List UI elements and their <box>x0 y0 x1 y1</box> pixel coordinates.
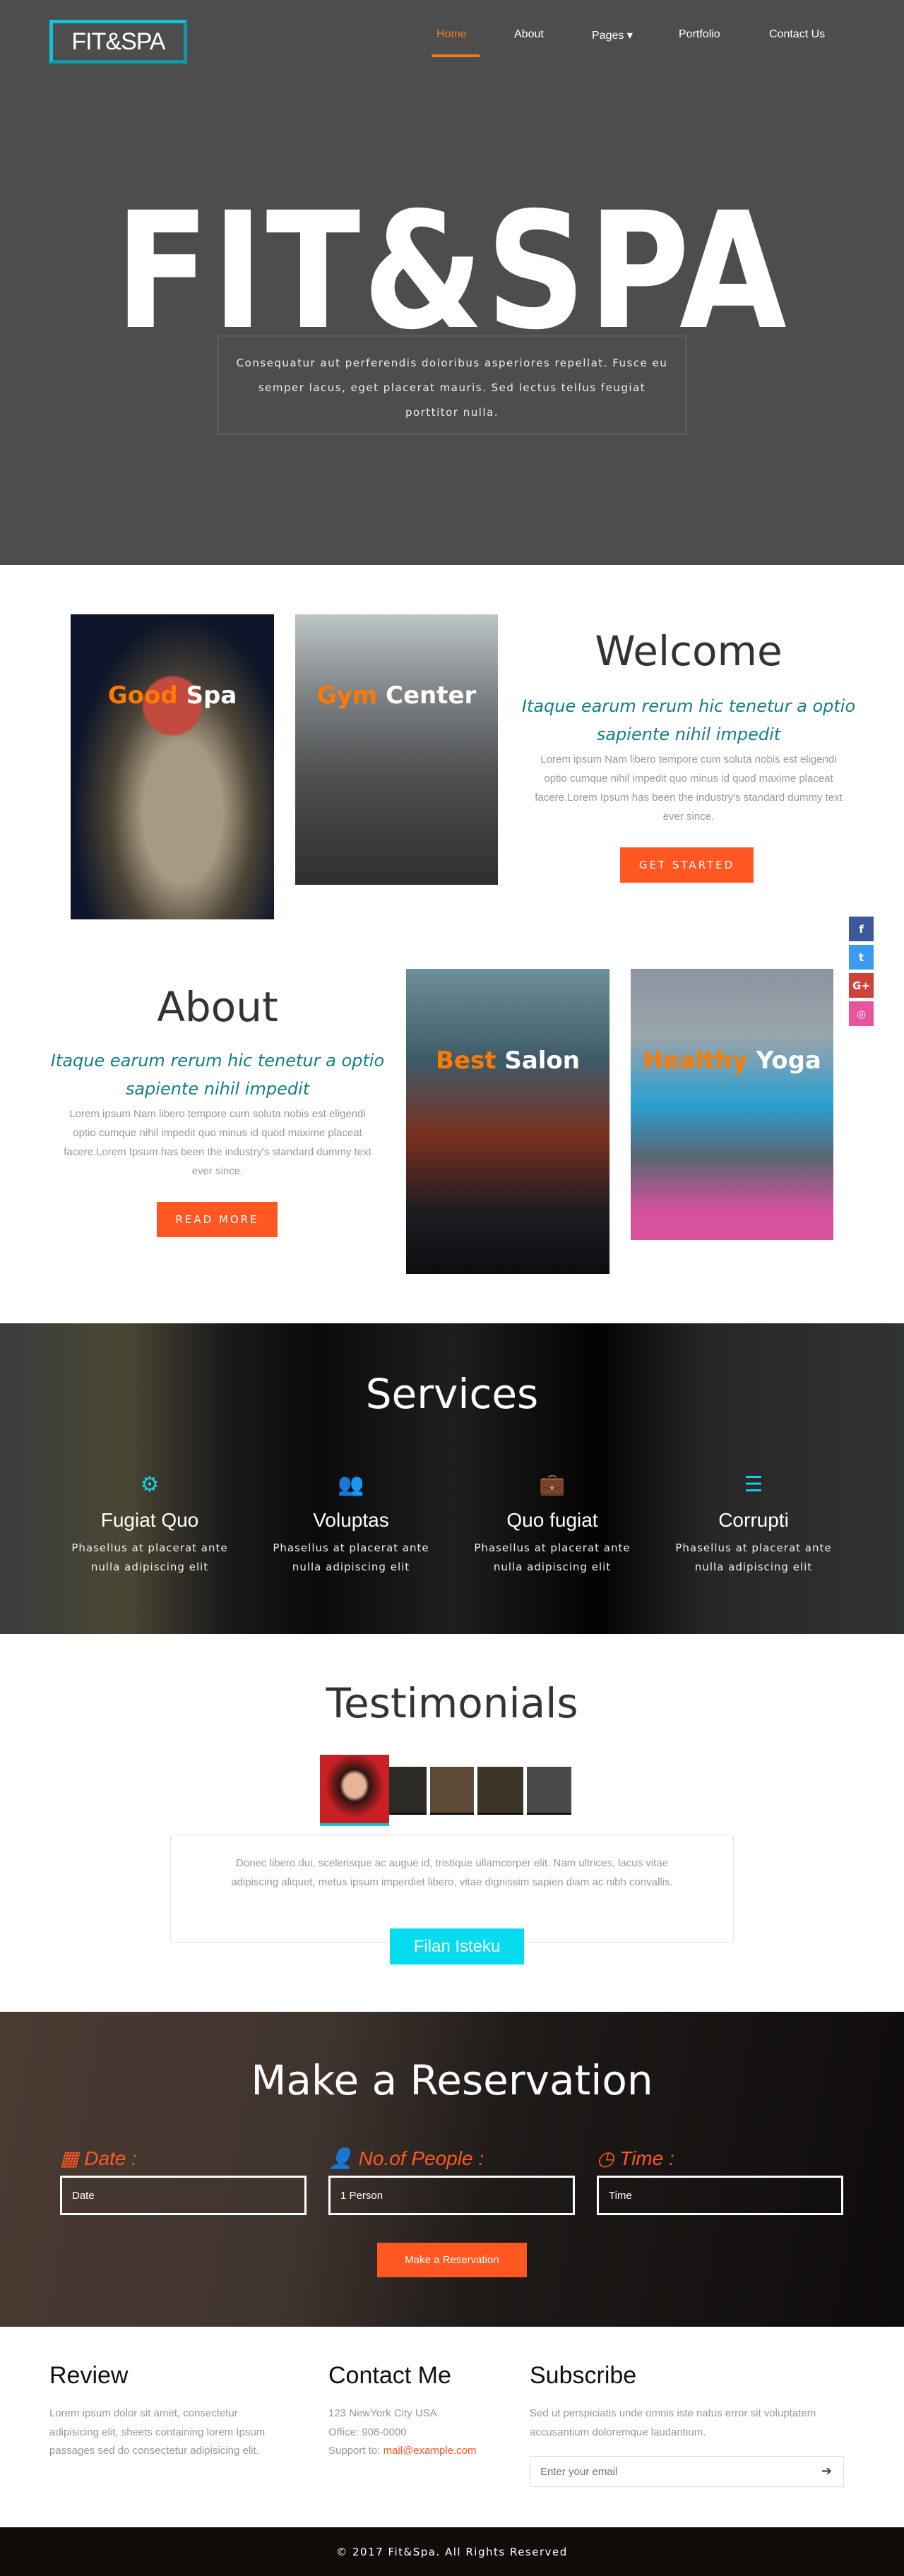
about-subtitle: Itaque earum rerum hic tenetur a optio s… <box>50 1051 385 1099</box>
service-item: ☰ Corrupti Phasellus at placerat ante null… <box>662 1472 845 1577</box>
healthy-yoga-image: Healthy Yoga <box>631 969 833 1240</box>
about-text: Lorem ipsum Nam libero tempore cum solut… <box>64 1108 371 1177</box>
date-label: ▦ Date : <box>60 2147 137 2169</box>
users-icon: 👥 <box>338 1472 364 1497</box>
user-icon: 👤 <box>328 2147 353 2169</box>
service-title: Fugiat Quo <box>100 1509 199 1531</box>
people-input[interactable] <box>328 2176 575 2215</box>
testimonial-avatar[interactable] <box>430 1767 474 1815</box>
gears-icon: ⚙ <box>140 1472 160 1497</box>
services-title: Services <box>365 1370 539 1418</box>
people-label: 👤 No.of People : <box>328 2147 484 2169</box>
nav-home[interactable]: Home <box>436 28 467 41</box>
testimonial-avatar-active[interactable] <box>320 1755 389 1826</box>
image-caption: Best Salon <box>436 1046 580 1075</box>
contact-info: 123 NewYork City USA. Office: 908-0000 S… <box>328 2404 519 2461</box>
copyright: © 2017 Fit&Spa. All Rights Reserved <box>0 2527 904 2576</box>
testimonial-avatar[interactable] <box>389 1767 427 1815</box>
gym-center-image: Gym Center <box>295 614 498 885</box>
calendar-icon: ▦ <box>60 2147 79 2169</box>
nav-portfolio[interactable]: Portfolio <box>679 28 720 41</box>
subscribe-text: Sed ut perspiciatis unde omnis iste natu… <box>530 2407 816 2438</box>
date-input[interactable] <box>60 2176 307 2215</box>
service-text: Phasellus at placerat ante nulla adipisc… <box>675 1542 832 1573</box>
contact-office: Office: 908-0000 <box>328 2426 407 2438</box>
logo[interactable]: FIT&SPA <box>49 20 187 64</box>
service-text: Phasellus at placerat ante nulla adipisc… <box>474 1542 631 1573</box>
service-item: 👥 Voluptas Phasellus at placerat ante null… <box>259 1472 443 1577</box>
testimonials-title: Testimonials <box>326 1679 578 1727</box>
arrow-right-icon[interactable]: ➔ <box>821 2464 832 2479</box>
subscribe-form: ➔ <box>530 2456 844 2487</box>
dribbble-icon[interactable]: ◎ <box>849 1001 874 1026</box>
twitter-icon[interactable]: t <box>849 945 874 970</box>
image-caption: Healthy Yoga <box>643 1046 821 1075</box>
testimonial-avatar[interactable] <box>527 1767 571 1815</box>
get-started-button[interactable]: GET STARTED <box>620 847 754 883</box>
briefcase-icon: 💼 <box>539 1472 566 1497</box>
facebook-icon[interactable]: f <box>849 917 874 941</box>
google-plus-icon[interactable]: G+ <box>849 973 874 998</box>
nav-about[interactable]: About <box>514 28 544 41</box>
contact-address: 123 NewYork City USA. <box>328 2407 440 2419</box>
time-label: ◷ Time : <box>597 2147 674 2169</box>
read-more-button[interactable]: READ MORE <box>157 1202 278 1237</box>
welcome-subtitle: Itaque earum rerum hic tenetur a optio s… <box>521 696 856 744</box>
hero-title: FIT&SPA <box>114 177 790 365</box>
time-input[interactable] <box>597 2176 843 2215</box>
review-text: Lorem ipsum dolor sit amet, consectetur … <box>49 2407 266 2457</box>
make-reservation-button[interactable]: Make a Reservation <box>377 2243 527 2277</box>
service-title: Corrupti <box>718 1509 789 1531</box>
email-input[interactable] <box>530 2457 799 2486</box>
service-item: 💼 Quo fugiat Phasellus at placerat ante nu… <box>460 1472 644 1577</box>
support-email-link[interactable]: mail@example.com <box>383 2445 477 2457</box>
list-icon: ☰ <box>744 1472 763 1497</box>
image-caption: Gym Center <box>316 681 477 710</box>
service-text: Phasellus at placerat ante nulla adipisc… <box>273 1542 429 1573</box>
testimonial-avatar[interactable] <box>477 1767 523 1815</box>
support-label: Support to: <box>328 2445 383 2457</box>
image-caption: Good Spa <box>107 681 237 710</box>
service-item: ⚙ Fugiat Quo Phasellus at placerat ante nu… <box>58 1472 242 1577</box>
nav-active-underline <box>432 54 480 57</box>
best-salon-image: Best Salon <box>406 969 609 1274</box>
good-spa-image: Good Spa <box>71 614 274 919</box>
nav-contact[interactable]: Contact Us <box>769 28 825 41</box>
about-title: About <box>157 983 278 1031</box>
subscribe-title: Subscribe <box>530 2362 637 2389</box>
reservation-title: Make a Reservation <box>251 2056 653 2104</box>
welcome-title: Welcome <box>595 627 783 675</box>
service-title: Quo fugiat <box>506 1509 598 1531</box>
service-text: Phasellus at placerat ante nulla adipisc… <box>71 1542 228 1573</box>
service-title: Voluptas <box>313 1509 389 1531</box>
testimonial-quote: Donec libero dui, scelerisque ac augue i… <box>231 1857 673 1888</box>
clock-icon: ◷ <box>597 2147 614 2169</box>
nav-pages-dropdown[interactable]: Pages ▾ <box>592 28 633 42</box>
welcome-text: Lorem ipsum Nam libero tempore cum solut… <box>535 753 843 823</box>
contact-title: Contact Me <box>328 2362 451 2389</box>
review-title: Review <box>49 2362 129 2389</box>
testimonial-name: Filan Isteku <box>390 1928 524 1964</box>
hero-text: Consequatur aut perferendis doloribus as… <box>217 335 687 435</box>
